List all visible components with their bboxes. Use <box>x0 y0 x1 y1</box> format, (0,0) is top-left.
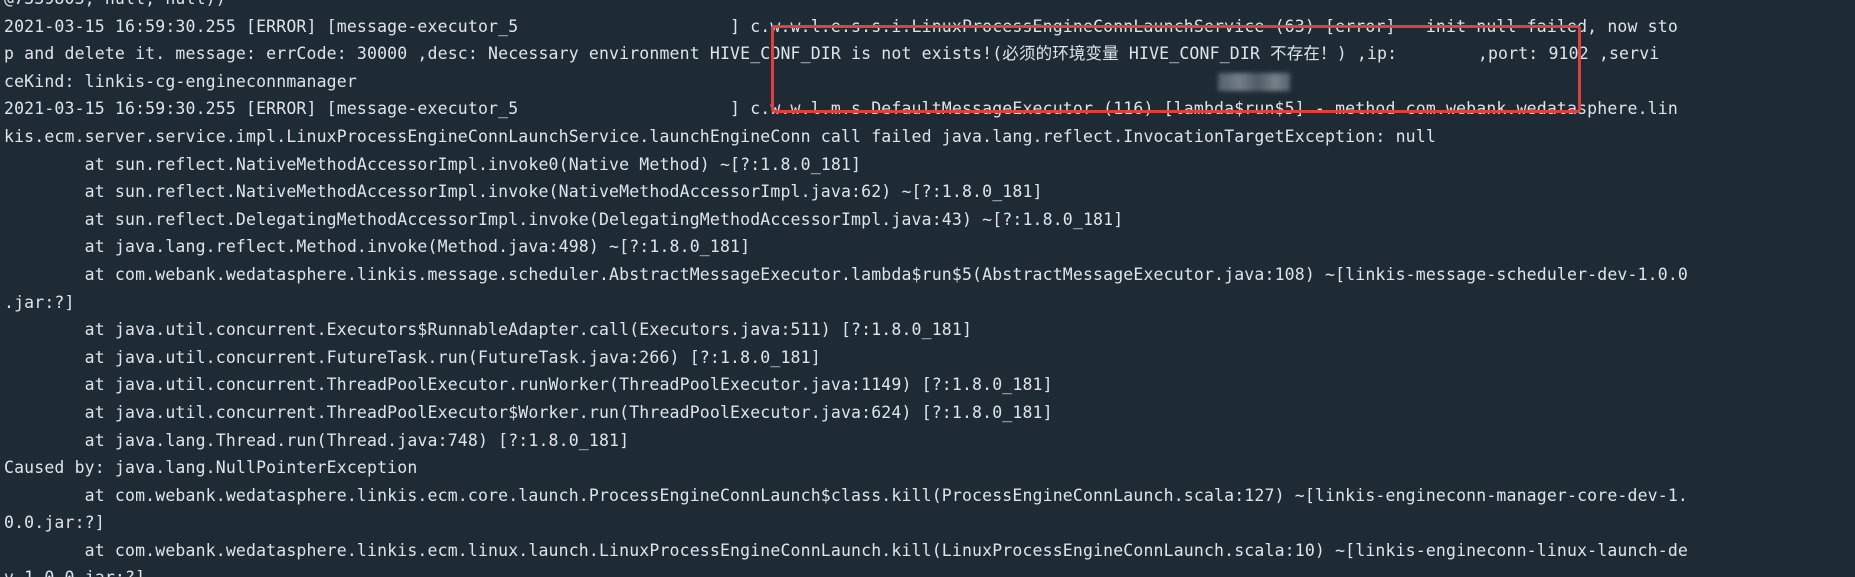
log-line: Caused by: java.lang.NullPointerExceptio… <box>4 458 418 478</box>
log-line: at sun.reflect.NativeMethodAccessorImpl.… <box>4 154 862 174</box>
log-line: p and delete it. message: errCode: 30000… <box>4 44 1660 64</box>
log-line: 2021-03-15 16:59:30.255 [ERROR] [message… <box>4 99 1678 119</box>
log-line: at java.util.concurrent.ThreadPoolExecut… <box>4 375 1053 395</box>
log-line: at sun.reflect.DelegatingMethodAccessorI… <box>4 209 1124 229</box>
log-line: kis.ecm.server.service.impl.LinuxProcess… <box>4 126 1436 146</box>
log-line: at java.util.concurrent.ThreadPoolExecut… <box>4 402 1053 422</box>
log-line: at com.webank.wedatasphere.linkis.ecm.co… <box>4 485 1688 505</box>
log-line: @7339803, null, null)) <box>4 0 1688 13</box>
log-line: at java.util.concurrent.Executors$Runnab… <box>4 320 973 340</box>
log-line: at java.lang.reflect.Method.invoke(Metho… <box>4 237 751 257</box>
terminal-window[interactable]: @7339803, null, null)) 2021-03-15 16:59:… <box>0 0 1855 577</box>
log-line: at sun.reflect.NativeMethodAccessorImpl.… <box>4 182 1043 202</box>
log-line: at java.lang.Thread.run(Thread.java:748)… <box>4 430 630 450</box>
log-line: .jar:?] <box>4 292 75 312</box>
log-line: at com.webank.wedatasphere.linkis.messag… <box>4 264 1688 284</box>
log-output: @7339803, null, null)) 2021-03-15 16:59:… <box>4 0 1688 577</box>
log-line: 0.0.jar:?] <box>4 513 105 533</box>
log-line: ceKind: linkis-cg-engineconnmanager <box>4 71 357 91</box>
log-line: at java.util.concurrent.FutureTask.run(F… <box>4 347 821 367</box>
log-line: 2021-03-15 16:59:30.255 [ERROR] [message… <box>4 16 1678 36</box>
log-line: at com.webank.wedatasphere.linkis.ecm.li… <box>4 540 1688 560</box>
redacted-ip-blur <box>1218 73 1290 91</box>
log-line: v-1.0.0.jar:?] <box>4 564 1688 577</box>
